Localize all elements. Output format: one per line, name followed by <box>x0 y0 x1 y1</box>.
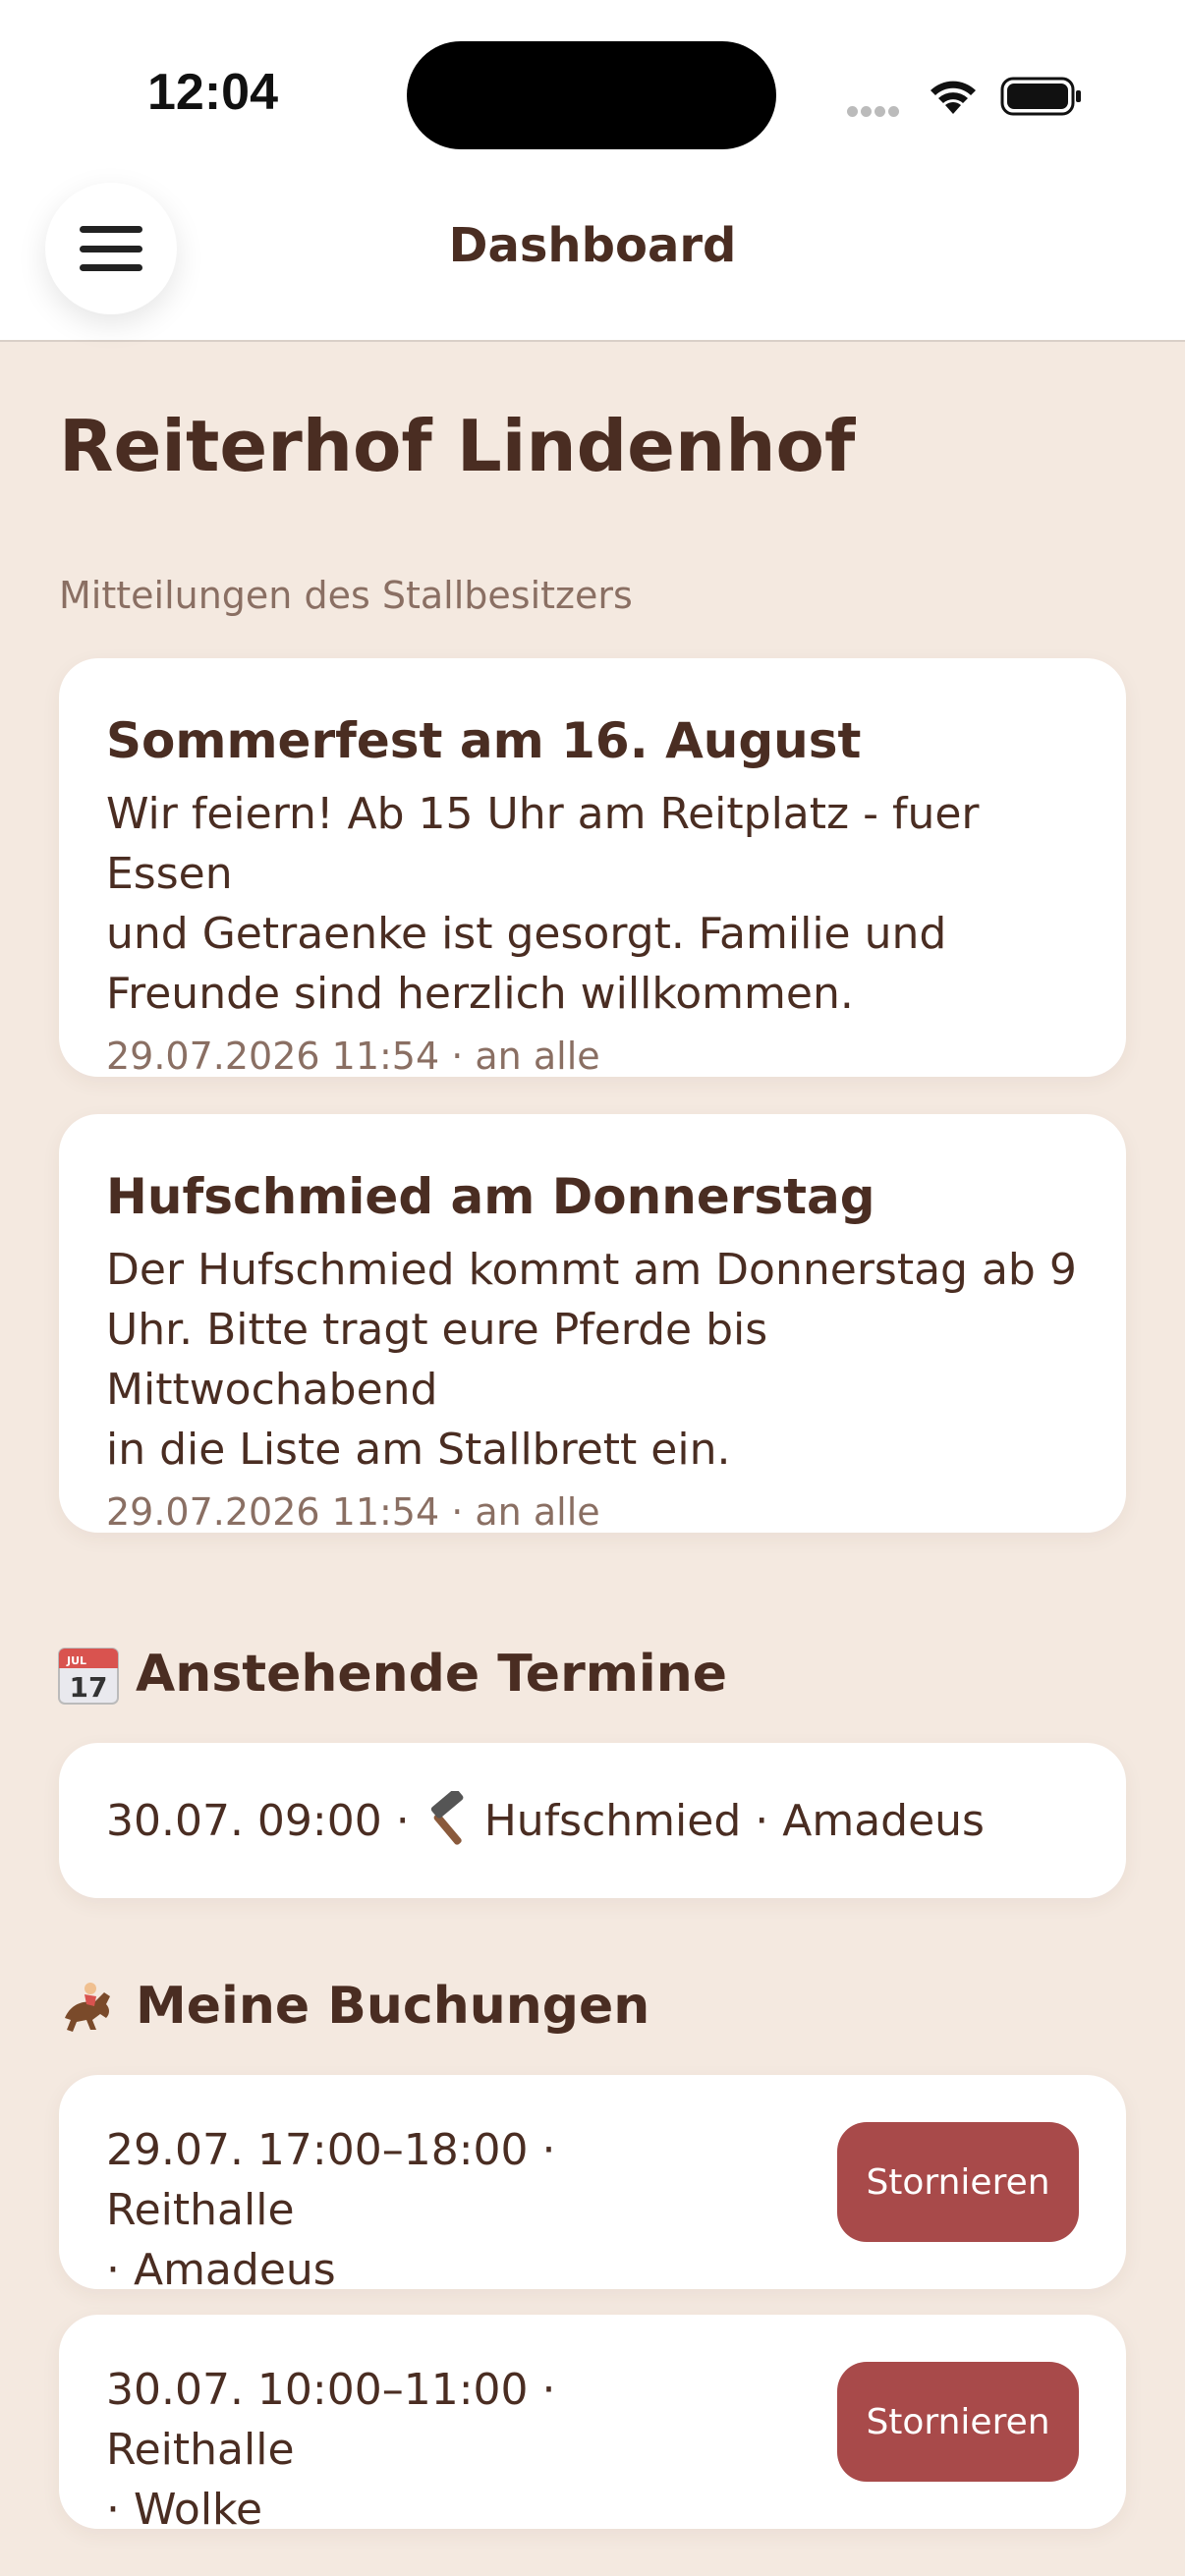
announcement-meta: 29.07.2026 11:54 · an alle <box>106 1035 600 1078</box>
cancel-booking-button[interactable]: Stornieren <box>837 2362 1079 2482</box>
appointment-datetime: 30.07. 09:00 · <box>106 1795 410 1846</box>
announcement-card: Sommerfest am 16. August Wir feiern! Ab … <box>59 658 1126 1078</box>
top-bar: 12:04 Dashboard <box>0 0 1185 342</box>
wifi-icon <box>931 81 976 114</box>
announcement-body: Wir feiern! Ab 15 Uhr am Reitplatz - fue… <box>106 784 1079 1024</box>
farm-name: Reiterhof Lindenhof <box>59 405 856 487</box>
announcement-body-line: Freunde sind herzlich willkommen. <box>106 969 854 1019</box>
booking-text: 29.07. 17:00–18:00 · Reithalle · Amadeus <box>106 2120 755 2300</box>
announcement-body: Der Hufschmied kommt am Donnerstag ab 9 … <box>106 1240 1079 1480</box>
bookings-heading: Meine Buchungen <box>57 1975 649 2038</box>
appointment-text: 30.07. 09:00 · Hufschmied · Amadeus <box>106 1743 985 1898</box>
appointment-description: Hufschmied · Amadeus <box>483 1795 985 1846</box>
announcement-card: Hufschmied am Donnerstag Der Hufschmied … <box>59 1114 1126 1534</box>
svg-text:17: 17 <box>70 1671 108 1704</box>
announcement-body-line: Der Hufschmied kommt am Donnerstag ab 9 <box>106 1245 1077 1295</box>
announcement-body-line: Uhr. Bitte tragt eure Pferde bis Mittwoc… <box>106 1305 768 1415</box>
cellular-signal-icon <box>847 102 902 121</box>
booking-line: 29.07. 17:00–18:00 · Reithalle <box>106 2125 556 2235</box>
announcement-body-line: und Getraenke ist gesorgt. Familie und <box>106 909 947 959</box>
status-icons <box>847 69 1083 124</box>
booking-line: · Amadeus <box>106 2245 336 2295</box>
booking-line: · Wolke <box>106 2485 263 2535</box>
hammer-icon <box>430 1791 464 1845</box>
cancel-booking-button[interactable]: Stornieren <box>837 2122 1079 2242</box>
booking-item: 30.07. 10:00–11:00 · Reithalle · Wolke S… <box>59 2315 1126 2535</box>
appointments-heading: JUL 17 Anstehende Termine <box>57 1643 727 1706</box>
booking-line: 30.07. 10:00–11:00 · Reithalle <box>106 2365 556 2475</box>
dynamic-island <box>407 41 776 149</box>
announcement-body-line: Wir feiern! Ab 15 Uhr am Reitplatz - fue… <box>106 789 980 899</box>
page-title: Dashboard <box>448 218 737 273</box>
announcement-body-line: in die Liste am Stallbrett ein. <box>106 1425 731 1475</box>
bookings-heading-label: Meine Buchungen <box>136 1977 650 2036</box>
appointment-item[interactable]: 30.07. 09:00 · Hufschmied · Amadeus <box>59 1743 1126 1898</box>
horse-racing-icon <box>65 1983 110 2032</box>
status-time: 12:04 <box>147 64 278 121</box>
announcement-title: Sommerfest am 16. August <box>106 712 862 769</box>
appointments-heading-label: Anstehende Termine <box>136 1645 728 1704</box>
booking-item: 29.07. 17:00–18:00 · Reithalle · Amadeus… <box>59 2075 1126 2295</box>
announcements-label: Mitteilungen des Stallbesitzers <box>59 574 633 617</box>
booking-text: 30.07. 10:00–11:00 · Reithalle · Wolke <box>106 2360 755 2540</box>
calendar-icon: JUL 17 <box>58 1648 119 1705</box>
svg-text:JUL: JUL <box>66 1654 86 1667</box>
announcement-meta: 29.07.2026 11:54 · an alle <box>106 1490 600 1534</box>
battery-icon <box>1000 77 1081 116</box>
announcement-title: Hufschmied am Donnerstag <box>106 1168 875 1225</box>
